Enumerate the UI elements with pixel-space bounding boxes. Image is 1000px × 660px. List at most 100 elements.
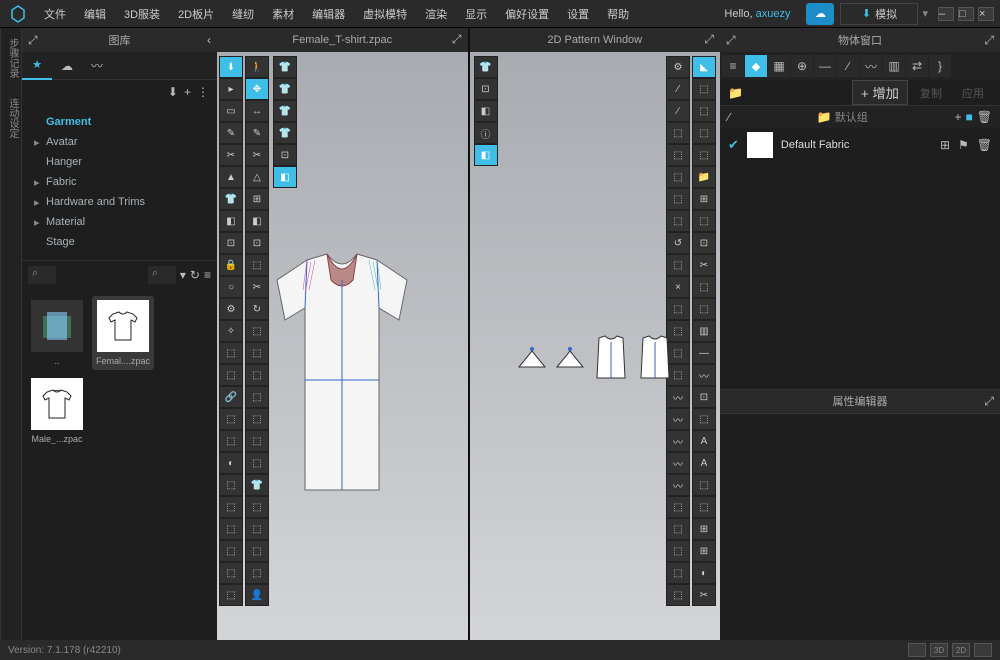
lib-tab-lines[interactable]: 〰 bbox=[82, 52, 112, 80]
menu-sewing[interactable]: 缝纫 bbox=[224, 0, 262, 28]
tool-button[interactable]: ✎ bbox=[245, 122, 269, 144]
fabric-swatch[interactable] bbox=[747, 132, 773, 158]
2d-popout-icon[interactable]: ⤢ bbox=[704, 32, 714, 47]
close-button[interactable]: × bbox=[978, 7, 994, 21]
tool-button[interactable]: ⓘ bbox=[474, 122, 498, 144]
tool-button[interactable]: ⬚ bbox=[666, 254, 690, 276]
tool-button[interactable]: ◧ bbox=[245, 210, 269, 232]
menu-edit[interactable]: 编辑 bbox=[76, 0, 114, 28]
tool-button[interactable]: 〰 bbox=[666, 430, 690, 452]
tool-button[interactable]: ⊡ bbox=[219, 232, 243, 254]
fabric-add-icon[interactable]: ⊞ bbox=[940, 138, 950, 152]
tool-button[interactable]: ◣ bbox=[692, 56, 716, 78]
tool-button[interactable]: ⬚ bbox=[245, 518, 269, 540]
thumb-female-tshirt[interactable]: Femal....zpac bbox=[92, 296, 154, 370]
tool-button[interactable]: ⬚ bbox=[219, 430, 243, 452]
tool-button[interactable]: — bbox=[692, 342, 716, 364]
tool-button[interactable]: ⬚ bbox=[692, 122, 716, 144]
tool-button[interactable]: 👕 bbox=[273, 78, 297, 100]
tool-button[interactable]: A bbox=[692, 452, 716, 474]
tool-button[interactable]: ⬚ bbox=[692, 496, 716, 518]
tool-button[interactable]: ◧ bbox=[273, 166, 297, 188]
tool-button[interactable]: △ bbox=[245, 166, 269, 188]
lib-tab-favorites[interactable]: ★ bbox=[22, 52, 52, 80]
tool-button[interactable]: ◧ bbox=[474, 144, 498, 166]
tool-button[interactable]: ○ bbox=[219, 276, 243, 298]
tool-button[interactable]: 〰 bbox=[666, 386, 690, 408]
sb-btn-2d[interactable]: 2D bbox=[952, 643, 970, 657]
tool-button[interactable]: ▭ bbox=[219, 100, 243, 122]
tree-garment[interactable]: Garment bbox=[32, 112, 207, 132]
tool-button[interactable]: ⬚ bbox=[245, 562, 269, 584]
tool-button[interactable]: ⊡ bbox=[273, 144, 297, 166]
tool-button[interactable]: 👕 bbox=[474, 56, 498, 78]
tool-button[interactable]: ⊡ bbox=[692, 232, 716, 254]
tool-button[interactable]: ✥ bbox=[245, 78, 269, 100]
tool-button[interactable]: × bbox=[666, 276, 690, 298]
tool-button[interactable]: ▸ bbox=[219, 78, 243, 100]
tool-button[interactable]: 🔗 bbox=[219, 386, 243, 408]
menu-editor[interactable]: 编辑器 bbox=[304, 0, 353, 28]
cloud-button[interactable]: ☁ bbox=[806, 3, 834, 25]
tool-button[interactable]: ⬚ bbox=[692, 298, 716, 320]
search-input-1[interactable] bbox=[28, 266, 56, 284]
group-toggle-icon[interactable]: ■ bbox=[966, 110, 973, 124]
obj-popout-icon[interactable]: ⤢ bbox=[984, 33, 994, 48]
fabric-delete-icon[interactable]: 🗑 bbox=[977, 138, 992, 152]
tool-button[interactable]: ⬚ bbox=[692, 474, 716, 496]
tool-button[interactable]: 〰 bbox=[666, 452, 690, 474]
tool-button[interactable]: ⚙ bbox=[666, 56, 690, 78]
download-icon[interactable]: ⬇ bbox=[168, 85, 178, 99]
menu-help[interactable]: 帮助 bbox=[599, 0, 637, 28]
default-group-header[interactable]: ∕ 📁 默认组 + ■ 🗑 bbox=[720, 106, 1000, 128]
tool-button[interactable]: 🔒 bbox=[219, 254, 243, 276]
tool-button[interactable]: ⊞ bbox=[692, 188, 716, 210]
tool-button[interactable]: 👕 bbox=[273, 100, 297, 122]
tool-button[interactable]: ⬚ bbox=[692, 144, 716, 166]
menu-3d-garment[interactable]: 3D服装 bbox=[116, 0, 168, 28]
tool-button[interactable]: 📁 bbox=[692, 166, 716, 188]
tool-button[interactable]: ⊞ bbox=[692, 518, 716, 540]
tree-fabric[interactable]: Fabric bbox=[32, 172, 207, 192]
obj-tab-grid[interactable]: ▥ bbox=[883, 55, 905, 77]
obj-tab-list[interactable]: ≡ bbox=[722, 55, 744, 77]
tool-button[interactable]: ⬚ bbox=[692, 276, 716, 298]
tool-button[interactable]: ∕ bbox=[666, 100, 690, 122]
sim-dropdown-icon[interactable]: ▾ bbox=[918, 7, 932, 20]
obj-tab-fabric[interactable]: ◆ bbox=[745, 55, 767, 77]
tool-button[interactable]: ⚙ bbox=[219, 298, 243, 320]
tool-button[interactable]: ↔ bbox=[245, 100, 269, 122]
menu-settings[interactable]: 设置 bbox=[559, 0, 597, 28]
tool-button[interactable]: ⬚ bbox=[666, 584, 690, 606]
tool-button[interactable]: ⬚ bbox=[219, 408, 243, 430]
tool-button[interactable]: ⬚ bbox=[219, 474, 243, 496]
tool-button[interactable]: 〰 bbox=[666, 474, 690, 496]
side-tab-1[interactable]: 步骤记录 bbox=[1, 28, 24, 88]
obj-tab-line[interactable]: ∕ bbox=[837, 55, 859, 77]
tree-avatar[interactable]: Avatar bbox=[32, 132, 207, 152]
pattern-pieces[interactable] bbox=[517, 334, 673, 382]
tool-button[interactable]: ⬚ bbox=[692, 408, 716, 430]
obj-tab-stitch[interactable]: — bbox=[814, 55, 836, 77]
menu-preferences[interactable]: 偏好设置 bbox=[497, 0, 557, 28]
sb-btn-3d[interactable]: 3D bbox=[930, 643, 948, 657]
minimize-button[interactable]: – bbox=[938, 7, 954, 21]
tool-button[interactable]: ⬚ bbox=[692, 210, 716, 232]
panel-collapse-icon[interactable]: ‹ bbox=[207, 33, 211, 47]
tool-button[interactable]: ∕ bbox=[666, 78, 690, 100]
tool-button[interactable]: ⬚ bbox=[666, 562, 690, 584]
tool-button[interactable]: ⬚ bbox=[666, 496, 690, 518]
tool-button[interactable]: 👕 bbox=[219, 188, 243, 210]
tool-button[interactable]: ⬚ bbox=[692, 78, 716, 100]
add-button[interactable]: + 增加 bbox=[852, 80, 908, 105]
tool-button[interactable]: 👤 bbox=[245, 584, 269, 606]
tool-button[interactable]: ⬚ bbox=[219, 584, 243, 606]
fabric-flag-icon[interactable]: ⚑ bbox=[958, 138, 969, 152]
sb-btn-4[interactable] bbox=[974, 643, 992, 657]
lib-tab-cloud[interactable]: ☁ bbox=[52, 52, 82, 80]
fabric-row[interactable]: ✔ Default Fabric ⊞ ⚑ 🗑 bbox=[720, 128, 1000, 162]
tool-button[interactable]: ⬇ bbox=[219, 56, 243, 78]
group-delete-icon[interactable]: 🗑 bbox=[977, 110, 992, 124]
2d-viewport[interactable]: 👕⊡◧ⓘ◧ ◣⬚⬚⬚⬚📁⊞⬚⊡✂⬚⬚▥—〰⊡⬚AA⬚⬚⊞⊞◐✂ ⚙∕∕⬚⬚⬚⬚⬚… bbox=[470, 52, 721, 640]
tool-button[interactable]: ◧ bbox=[219, 210, 243, 232]
